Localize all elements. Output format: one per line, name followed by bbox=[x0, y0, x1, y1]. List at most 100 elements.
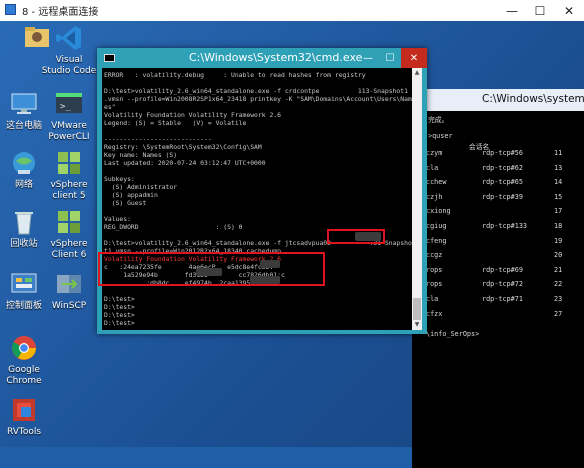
scrollbar-thumb[interactable] bbox=[413, 298, 421, 320]
quser-user-cell: cfzx bbox=[426, 309, 443, 318]
quser-user-cell: cla bbox=[426, 295, 439, 303]
console-line: Values: bbox=[104, 215, 131, 223]
console-prompt: \info_SerOps> bbox=[426, 330, 480, 339]
quser-id-cell: 22 bbox=[554, 280, 563, 289]
console-line: Legend: (S) = Stable (V) = Volatile bbox=[104, 119, 247, 127]
quser-id-cell: 20 bbox=[554, 251, 563, 260]
highlight-box-hashes bbox=[98, 252, 325, 286]
recycle-bin-icon bbox=[9, 207, 39, 237]
window-title: 8 - 远程桌面连接 bbox=[22, 7, 99, 18]
vsphere-icon bbox=[54, 207, 84, 237]
desktop-icon-label: WinSCP bbox=[51, 301, 87, 311]
quser-user-cell: czjh bbox=[426, 192, 443, 201]
console-line: Volatility Foundation Volatility Framewo… bbox=[104, 111, 281, 119]
console-line: REG_DWORD : (S) 0 bbox=[104, 223, 243, 231]
computer-icon bbox=[9, 89, 39, 119]
quser-user-cell: cxiong bbox=[426, 207, 451, 216]
quser-session-cell: rdp-tcp#69 bbox=[482, 265, 523, 274]
console-line: Key name: Names (S) bbox=[104, 151, 178, 159]
quser-session-cell: rdp-tcp#72 bbox=[482, 280, 523, 289]
cmd-window-background[interactable]: C:\Windows\system 完成。 >quser 会话名 czym rdp-t… bbox=[412, 89, 584, 468]
desktop-icon-label: VMware PowerCLI bbox=[48, 121, 90, 142]
desktop-icon-google-chrome[interactable]: Google Chrome bbox=[0, 333, 57, 387]
desktop-icon-label: vSphere Client 6 bbox=[50, 239, 88, 260]
console-line: ---------------------------- bbox=[104, 135, 212, 143]
cmd-close-button[interactable]: ✕ bbox=[401, 48, 427, 68]
vsphere-icon bbox=[54, 148, 84, 178]
remote-desktop-icon bbox=[5, 4, 16, 15]
close-button[interactable]: ✕ bbox=[554, 0, 584, 21]
console-line: Subkeys: bbox=[104, 175, 135, 183]
highlight-box-filename bbox=[327, 229, 385, 244]
console-line: Registry: \SystemRoot\System32\Config\SA… bbox=[104, 143, 262, 151]
cmd-background-titlebar[interactable]: C:\Windows\system bbox=[412, 89, 584, 111]
console-line: (S) Guest bbox=[104, 199, 147, 207]
cmd-front-titlebar[interactable]: C:\Windows\System32\cmd.exe — ☐ ✕ bbox=[97, 48, 427, 68]
desktop-icon-rvtools[interactable]: RVTools bbox=[0, 395, 57, 438]
svg-text:>_: >_ bbox=[60, 102, 71, 112]
cmd-minimize-button[interactable]: — bbox=[357, 48, 379, 68]
quser-user-cell: cchew bbox=[426, 178, 447, 187]
quser-session-cell: rdp-tcp#56 bbox=[482, 149, 523, 157]
desktop-icon-vmware-powercli[interactable]: >_ VMware PowerCLI bbox=[36, 89, 102, 143]
quser-id-cell: 18 bbox=[554, 222, 563, 230]
desktop-icon-vsphere-client-5[interactable]: vSphere client 5 bbox=[36, 148, 102, 202]
console-line: D:\test> bbox=[104, 311, 135, 319]
quser-session-cell: rdp-tcp#39 bbox=[482, 192, 523, 201]
desktop-icon-vscode[interactable]: Visual Studio Code bbox=[36, 23, 102, 77]
console-line: D:\test>volatility_2.6_win64_standalone.… bbox=[104, 87, 408, 95]
console-line: Last updated: 2020-07-24 03:12:47 UTC+00… bbox=[104, 159, 266, 167]
quser-session-cell: rdp-tcp#71 bbox=[482, 295, 523, 303]
quser-id-cell: 11 bbox=[554, 149, 563, 157]
desktop-icon-vsphere-client-6[interactable]: vSphere Client 6 bbox=[36, 207, 102, 261]
remote-desktop-titlebar: 8 - 远程桌面连接 — ☐ ✕ bbox=[0, 0, 584, 22]
desktop-icon-label: Visual Studio Code bbox=[41, 55, 97, 76]
console-line: >quser bbox=[428, 132, 453, 140]
desktop-icon-winscp[interactable]: WinSCP bbox=[36, 269, 102, 312]
console-line: D:\test> bbox=[104, 295, 135, 303]
desktop-icon-label: vSphere client 5 bbox=[50, 180, 88, 201]
quser-id-cell: 21 bbox=[554, 265, 563, 274]
console-line: ERROR : volatility.debug : Unable to rea… bbox=[104, 71, 366, 79]
console-line: es" bbox=[104, 103, 116, 111]
quser-id-cell: 14 bbox=[554, 178, 563, 187]
rvtools-icon bbox=[9, 395, 39, 425]
console-line: (S) appadmin bbox=[104, 191, 158, 199]
cmd-window-front[interactable]: C:\Windows\System32\cmd.exe — ☐ ✕ ERROR … bbox=[97, 48, 427, 334]
cmd-background-title: C:\Windows\system bbox=[482, 93, 584, 105]
quser-user-cell: ccgz bbox=[426, 251, 443, 260]
control-panel-icon bbox=[9, 269, 39, 299]
quser-user-cell: cfeng bbox=[426, 236, 447, 245]
chrome-icon bbox=[9, 333, 39, 363]
quser-user-cell: rops bbox=[426, 265, 443, 274]
vmware-powercli-icon: >_ bbox=[54, 89, 84, 119]
quser-user-cell: rops bbox=[426, 280, 443, 289]
cmd-front-console[interactable]: ERROR : volatility.debug : Unable to rea… bbox=[102, 68, 412, 330]
quser-id-cell: 23 bbox=[554, 295, 563, 303]
console-line: (S) Administrator bbox=[104, 183, 178, 191]
winscp-icon bbox=[54, 269, 84, 299]
quser-session-cell: rdp-tcp#62 bbox=[482, 163, 523, 172]
network-icon bbox=[9, 148, 39, 178]
minimize-button[interactable]: — bbox=[498, 0, 526, 21]
console-line: .vmsn --profile=Win2008R2SP1x64_23418 pr… bbox=[104, 95, 412, 103]
desktop-icon-label: Google Chrome bbox=[6, 365, 42, 386]
quser-user-cell: czym bbox=[426, 149, 443, 157]
scroll-up-arrow-icon[interactable]: ▲ bbox=[412, 68, 422, 78]
quser-user-cell: cla bbox=[426, 163, 439, 172]
quser-id-cell: 13 bbox=[554, 163, 563, 172]
quser-id-cell: 17 bbox=[554, 207, 563, 216]
quser-session-cell: rdp-tcp#65 bbox=[482, 178, 523, 187]
cmd-front-title: C:\Windows\System32\cmd.exe bbox=[189, 51, 363, 64]
cmd-maximize-button[interactable]: ☐ bbox=[379, 48, 401, 68]
desktop-icon-label: RVTools bbox=[6, 427, 42, 437]
console-line: 完成。 bbox=[428, 116, 449, 124]
cmd-background-console[interactable]: 完成。 >quser 会话名 czym rdp-tcp#56 11 cla rdp-tcp#… bbox=[412, 111, 584, 468]
maximize-button[interactable]: ☐ bbox=[526, 0, 554, 21]
quser-id-cell: 15 bbox=[554, 192, 563, 201]
quser-id-cell: 27 bbox=[554, 309, 563, 318]
vscode-icon bbox=[54, 23, 84, 53]
scroll-down-arrow-icon[interactable]: ▼ bbox=[412, 320, 422, 330]
cmd-scrollbar[interactable]: ▲ ▼ bbox=[412, 68, 422, 330]
quser-session-cell: rdp-tcp#133 bbox=[482, 222, 528, 230]
